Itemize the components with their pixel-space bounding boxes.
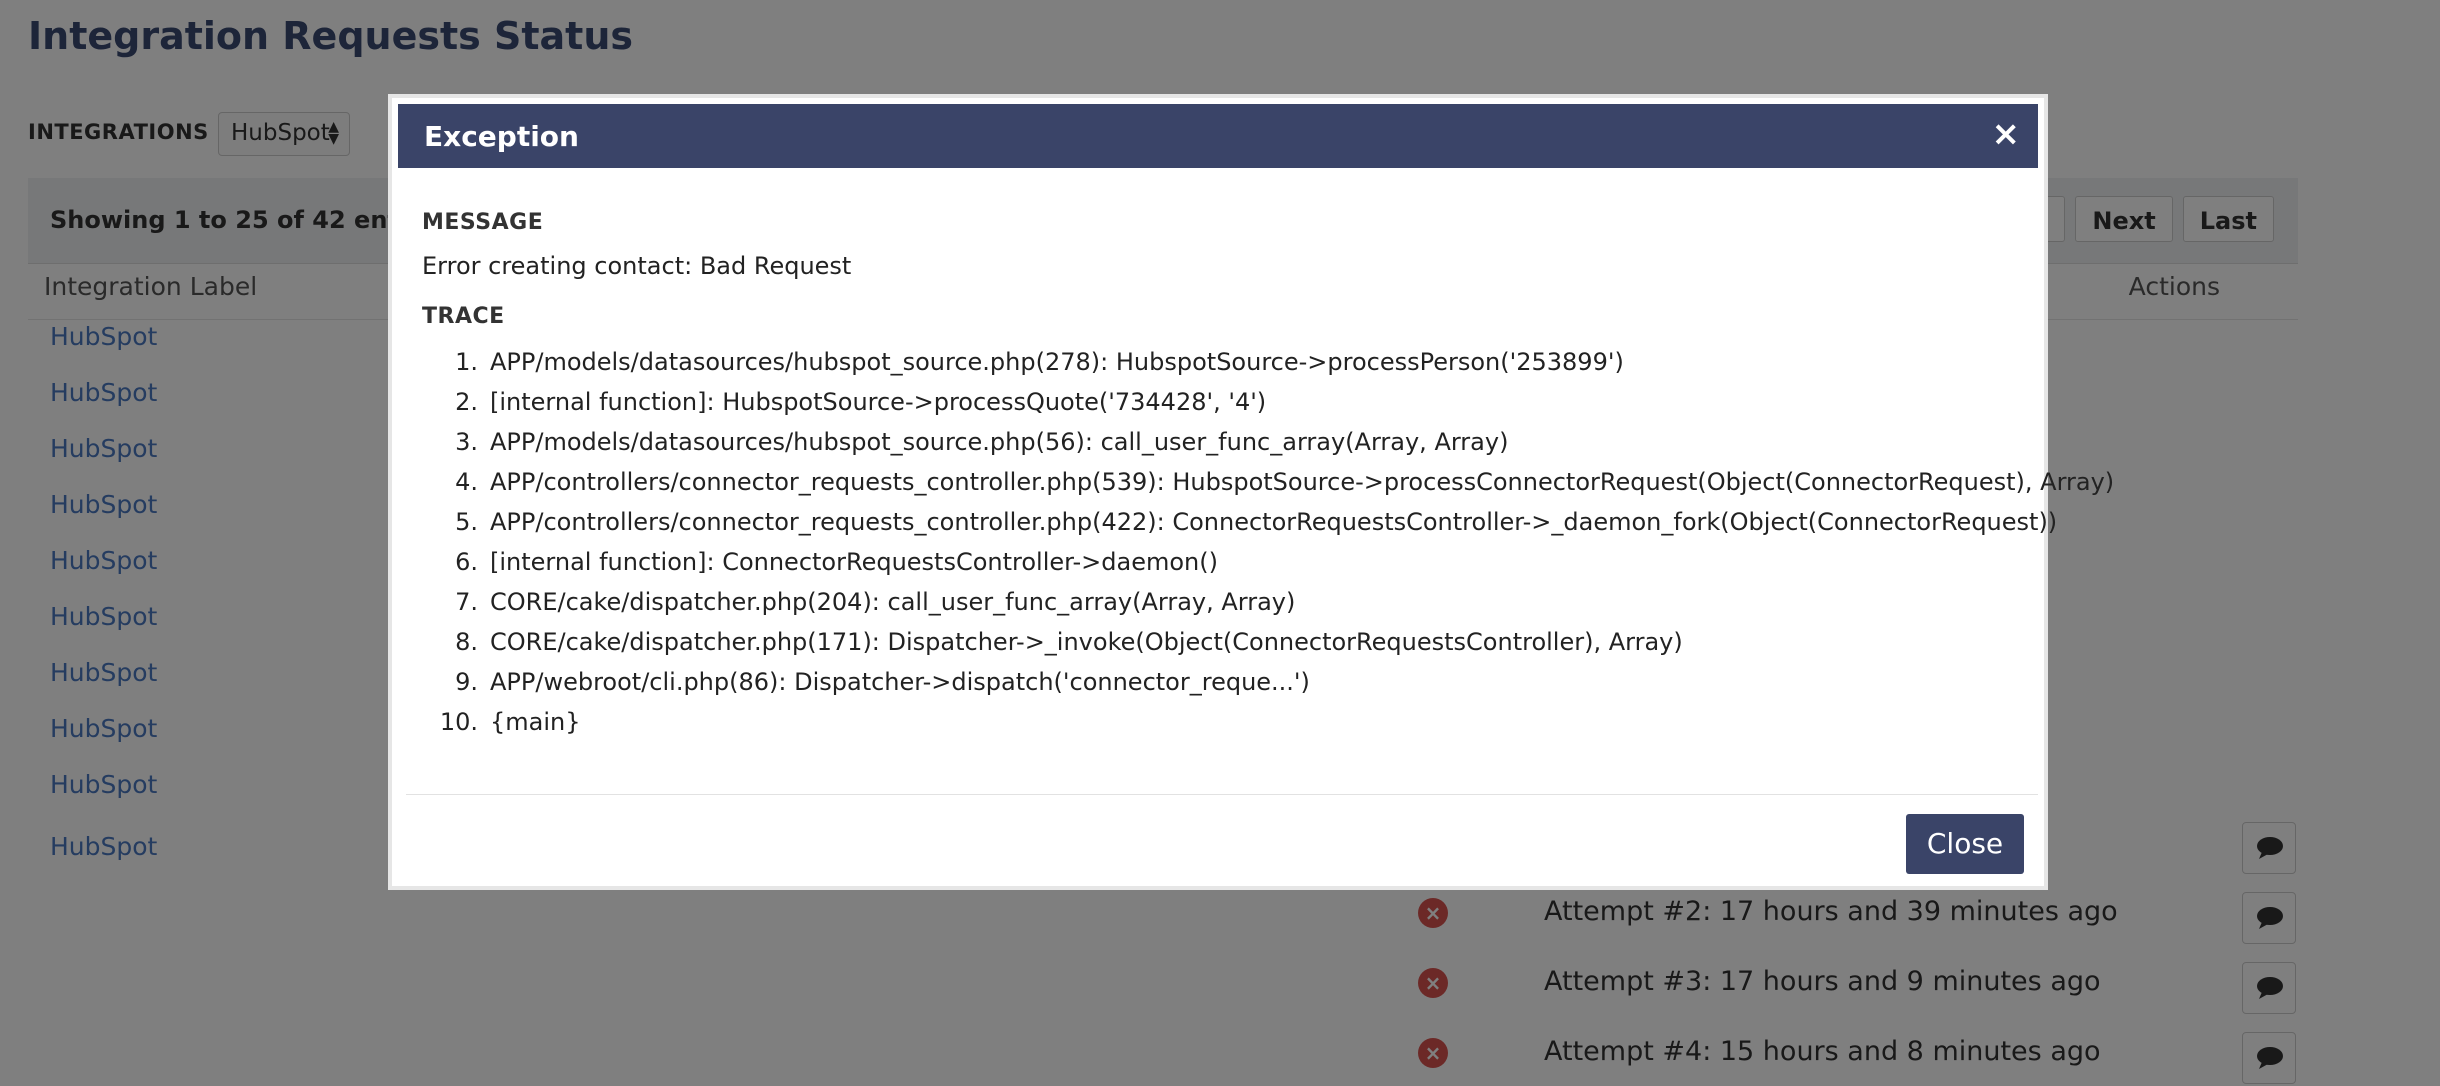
modal-header: Exception × — [398, 104, 2038, 168]
trace-text: CORE/cake/dispatcher.php(171): Dispatche… — [490, 628, 1683, 656]
trace-number: 7. — [455, 588, 478, 616]
trace-number: 1. — [455, 348, 478, 376]
trace-number: 4. — [455, 468, 478, 496]
exception-modal: Exception × MESSAGE Error creating conta… — [388, 94, 2114, 890]
trace-text: [internal function]: ConnectorRequestsCo… — [490, 548, 1218, 576]
trace-text: APP/controllers/connector_requests_contr… — [490, 508, 2058, 536]
trace-text: [internal function]: HubspotSource->proc… — [490, 388, 1267, 416]
close-icon[interactable]: × — [1992, 114, 2021, 154]
trace-label: TRACE — [422, 304, 505, 329]
trace-text: APP/models/datasources/hubspot_source.ph… — [490, 428, 1509, 456]
trace-number: 6. — [455, 548, 478, 576]
trace-text: APP/webroot/cli.php(86): Dispatcher->dis… — [490, 668, 1310, 696]
trace-text: APP/models/datasources/hubspot_source.ph… — [490, 348, 1624, 376]
modal-title: Exception — [424, 120, 579, 153]
trace-text: {main} — [490, 708, 581, 736]
message-label: MESSAGE — [422, 210, 544, 235]
exception-message: Error creating contact: Bad Request — [422, 252, 852, 280]
trace-number: 2. — [455, 388, 478, 416]
trace-number: 3. — [455, 428, 478, 456]
modal-divider — [406, 794, 2038, 795]
trace-number: 10. — [439, 708, 478, 736]
trace-text: APP/controllers/connector_requests_contr… — [490, 468, 2115, 496]
trace-number: 9. — [455, 668, 478, 696]
trace-text: CORE/cake/dispatcher.php(204): call_user… — [490, 588, 1296, 616]
trace-number: 8. — [455, 628, 478, 656]
close-button[interactable]: Close — [1906, 814, 2024, 874]
trace-number: 5. — [455, 508, 478, 536]
